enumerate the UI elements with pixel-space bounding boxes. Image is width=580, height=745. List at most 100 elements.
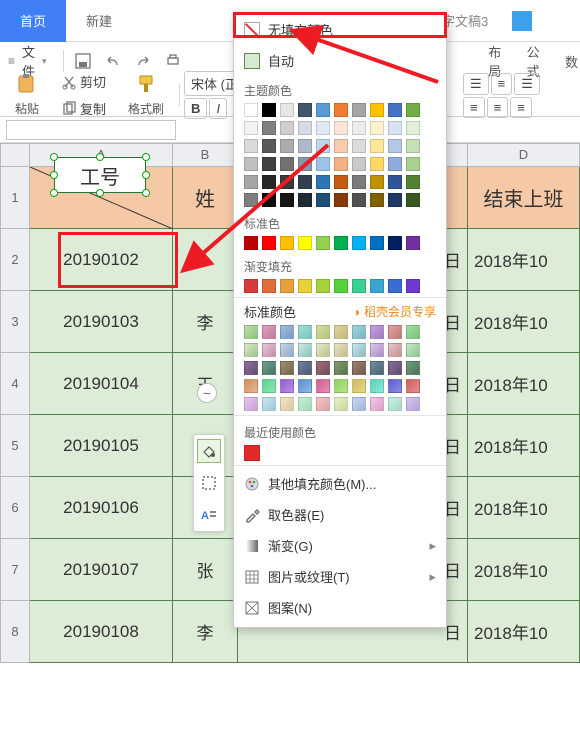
color-swatch[interactable]: [280, 279, 294, 293]
gradient-swatch[interactable]: [244, 361, 258, 375]
gradient-swatch[interactable]: [244, 325, 258, 339]
align-top-button[interactable]: ☰: [463, 73, 489, 95]
color-swatch[interactable]: [316, 103, 330, 117]
gradient-swatch[interactable]: [334, 379, 348, 393]
gradient-swatch[interactable]: [370, 343, 384, 357]
color-swatch[interactable]: [406, 175, 420, 189]
cell[interactable]: 20190105: [30, 415, 173, 477]
color-swatch[interactable]: [244, 121, 258, 135]
bold-button[interactable]: B: [184, 98, 207, 119]
row-header[interactable]: 2: [0, 229, 30, 291]
gradient-swatch[interactable]: [316, 397, 330, 411]
color-swatch[interactable]: [244, 103, 258, 117]
cell[interactable]: 2018年10: [468, 477, 580, 539]
color-swatch[interactable]: [244, 193, 258, 207]
gradient-swatch[interactable]: [316, 343, 330, 357]
color-swatch[interactable]: [262, 157, 276, 171]
gradient-swatch[interactable]: [370, 361, 384, 375]
color-swatch[interactable]: [370, 193, 384, 207]
gradient-swatch[interactable]: [388, 361, 402, 375]
gradient-swatch[interactable]: [388, 397, 402, 411]
color-swatch[interactable]: [244, 279, 258, 293]
color-swatch[interactable]: [280, 157, 294, 171]
color-swatch[interactable]: [406, 236, 420, 250]
cell[interactable]: 2018年10: [468, 353, 580, 415]
resize-handle[interactable]: [96, 153, 104, 161]
gradient-swatch[interactable]: [262, 361, 276, 375]
color-swatch[interactable]: [370, 139, 384, 153]
cell[interactable]: 20190106: [30, 477, 173, 539]
gradient-swatch[interactable]: [352, 397, 366, 411]
color-swatch[interactable]: [406, 193, 420, 207]
row-header[interactable]: 6: [0, 477, 30, 539]
color-swatch[interactable]: [244, 236, 258, 250]
gradient-swatch[interactable]: [262, 379, 276, 393]
color-swatch[interactable]: [334, 121, 348, 135]
gradient-swatch[interactable]: [262, 325, 276, 339]
text-style-tool[interactable]: A: [197, 503, 221, 527]
gradient-swatch[interactable]: [406, 343, 420, 357]
color-swatch[interactable]: [352, 157, 366, 171]
resize-handle[interactable]: [50, 189, 58, 197]
color-swatch[interactable]: [316, 139, 330, 153]
texture-submenu[interactable]: 图片或纹理(T)▸: [234, 561, 446, 592]
cell[interactable]: 张: [173, 539, 238, 601]
color-swatch[interactable]: [406, 139, 420, 153]
color-swatch[interactable]: [280, 175, 294, 189]
cell[interactable]: 2018年10: [468, 601, 580, 663]
align-bot-button[interactable]: ☰: [514, 73, 540, 95]
align-right-button[interactable]: ≡: [510, 97, 532, 118]
color-swatch[interactable]: [262, 279, 276, 293]
fill-color-tool[interactable]: [197, 439, 221, 463]
color-swatch[interactable]: [370, 157, 384, 171]
gradient-swatch[interactable]: [298, 325, 312, 339]
gradient-swatch[interactable]: [406, 361, 420, 375]
cell[interactable]: 20190104: [30, 353, 173, 415]
color-swatch[interactable]: [352, 121, 366, 135]
gradient-swatch[interactable]: [298, 343, 312, 357]
color-swatch[interactable]: [244, 157, 258, 171]
cell[interactable]: 姓: [173, 167, 238, 229]
color-swatch[interactable]: [370, 121, 384, 135]
format-painter-button[interactable]: 格式刷: [121, 70, 171, 120]
color-swatch[interactable]: [352, 103, 366, 117]
gradient-swatch[interactable]: [280, 379, 294, 393]
resize-handle[interactable]: [142, 171, 150, 179]
gradient-swatch[interactable]: [298, 379, 312, 393]
outline-tool[interactable]: [197, 471, 221, 495]
ribbon-tab-data[interactable]: 数: [565, 52, 578, 71]
gradient-swatch[interactable]: [388, 379, 402, 393]
gradient-swatch[interactable]: [352, 361, 366, 375]
color-swatch[interactable]: [388, 157, 402, 171]
color-swatch[interactable]: [334, 103, 348, 117]
gradient-swatch[interactable]: [352, 325, 366, 339]
resize-handle[interactable]: [142, 189, 150, 197]
color-swatch[interactable]: [298, 103, 312, 117]
cut-button[interactable]: 剪切: [54, 69, 113, 94]
color-swatch[interactable]: [280, 139, 294, 153]
color-swatch[interactable]: [298, 157, 312, 171]
copy-button[interactable]: 复制: [54, 96, 113, 121]
color-swatch[interactable]: [298, 139, 312, 153]
color-swatch[interactable]: [298, 236, 312, 250]
gradient-swatch[interactable]: [388, 343, 402, 357]
color-swatch[interactable]: [388, 139, 402, 153]
gradient-swatch[interactable]: [406, 397, 420, 411]
gradient-swatch[interactable]: [334, 397, 348, 411]
color-swatch[interactable]: [352, 193, 366, 207]
color-swatch[interactable]: [370, 236, 384, 250]
eyedropper-option[interactable]: 取色器(E): [234, 499, 446, 530]
row-header[interactable]: 1: [0, 167, 30, 229]
color-swatch[interactable]: [370, 279, 384, 293]
gradient-swatch[interactable]: [316, 361, 330, 375]
no-fill-option[interactable]: 无填充颜色: [234, 14, 446, 45]
color-swatch[interactable]: [280, 121, 294, 135]
color-swatch[interactable]: [280, 236, 294, 250]
color-swatch[interactable]: [334, 193, 348, 207]
color-swatch[interactable]: [280, 103, 294, 117]
pattern-option[interactable]: 图案(N): [234, 592, 446, 623]
gradient-swatch[interactable]: [280, 397, 294, 411]
color-swatch[interactable]: [406, 279, 420, 293]
gradient-swatch[interactable]: [262, 343, 276, 357]
gradient-swatch[interactable]: [298, 397, 312, 411]
